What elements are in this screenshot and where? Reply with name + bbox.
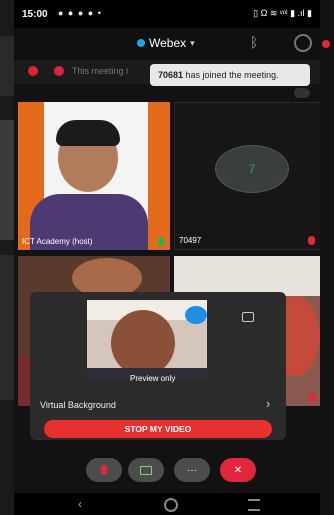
mic-muted-icon: [308, 236, 315, 245]
participants-icon[interactable]: [294, 34, 312, 52]
meeting-header: Webex ▾ ᛒ: [14, 28, 320, 60]
stop-my-video-button[interactable]: STOP MY VIDEO: [44, 420, 272, 438]
mic-on-icon: [158, 237, 164, 246]
webex-logo-icon: [137, 39, 145, 47]
switch-camera-icon[interactable]: [242, 312, 254, 322]
right-partial-screen: [320, 0, 334, 515]
tile-name-label: 70497: [179, 236, 202, 245]
video-tile-avatar[interactable]: 7 70497: [174, 102, 320, 250]
home-icon[interactable]: [164, 498, 178, 512]
chevron-down-icon: ▾: [190, 37, 195, 48]
video-button[interactable]: [128, 458, 164, 482]
avatar: 7: [215, 145, 289, 193]
system-nav-bar: ‹: [14, 493, 320, 515]
video-tile-host[interactable]: ICT Academy (host): [18, 102, 170, 250]
left-screen-strip: [0, 120, 14, 240]
left-partial-screen: [0, 0, 14, 515]
left-screen-strip: [0, 255, 14, 400]
joined-user-id: 70681: [158, 70, 184, 80]
participant-hair: [56, 120, 120, 146]
status-bar: 15:00 ● ● ● ● • ▯ Ω ≋ ᵛᵒˡ ▮ .ıl ▮: [14, 0, 320, 28]
bluetooth-icon[interactable]: ᛒ: [250, 34, 258, 50]
join-toast: 70681 has joined the meeting.: [150, 64, 310, 86]
preview-face: [111, 310, 175, 376]
join-message: has joined the meeting.: [183, 70, 279, 80]
effects-button[interactable]: [185, 306, 207, 324]
app-title: Webex: [149, 36, 187, 50]
room-wall: [174, 256, 320, 296]
meeting-controls: ··· ✕: [14, 450, 320, 490]
back-icon[interactable]: ‹: [78, 497, 82, 511]
phone-screen: 15:00 ● ● ● ● • ▯ Ω ≋ ᵛᵒˡ ▮ .ıl ▮ Webex …: [14, 0, 320, 515]
toast-handle-icon[interactable]: [294, 88, 310, 98]
system-status-icons: ▯ Ω ≋ ᵛᵒˡ ▮ .ıl ▮: [253, 8, 312, 18]
preview-only-label: Preview only: [130, 374, 176, 383]
mic-muted-icon: [101, 465, 107, 475]
notification-icons: ● ● ● ● •: [58, 8, 102, 18]
background-banner: [148, 102, 170, 250]
record-icon: [28, 66, 38, 76]
leave-meeting-button[interactable]: ✕: [220, 458, 256, 482]
virtual-background-label[interactable]: Virtual Background: [40, 400, 116, 410]
more-options-button[interactable]: ···: [174, 458, 210, 482]
tile-name-label: ICT Academy (host): [22, 237, 93, 246]
recent-apps-icon[interactable]: [248, 499, 260, 511]
app-title-dropdown[interactable]: Webex ▾: [137, 36, 195, 50]
chevron-right-icon[interactable]: ›: [266, 396, 270, 411]
video-preview-panel: Preview only Virtual Background › STOP M…: [30, 292, 286, 440]
left-screen-strip: [0, 36, 14, 96]
notice-text: This meeting i: [72, 66, 129, 76]
camera-icon: [140, 465, 152, 475]
red-indicator-icon: [322, 40, 330, 48]
status-time: 15:00: [22, 9, 48, 20]
mic-muted-icon: [309, 393, 316, 402]
info-icon: [54, 66, 64, 76]
mute-button[interactable]: [86, 458, 122, 482]
